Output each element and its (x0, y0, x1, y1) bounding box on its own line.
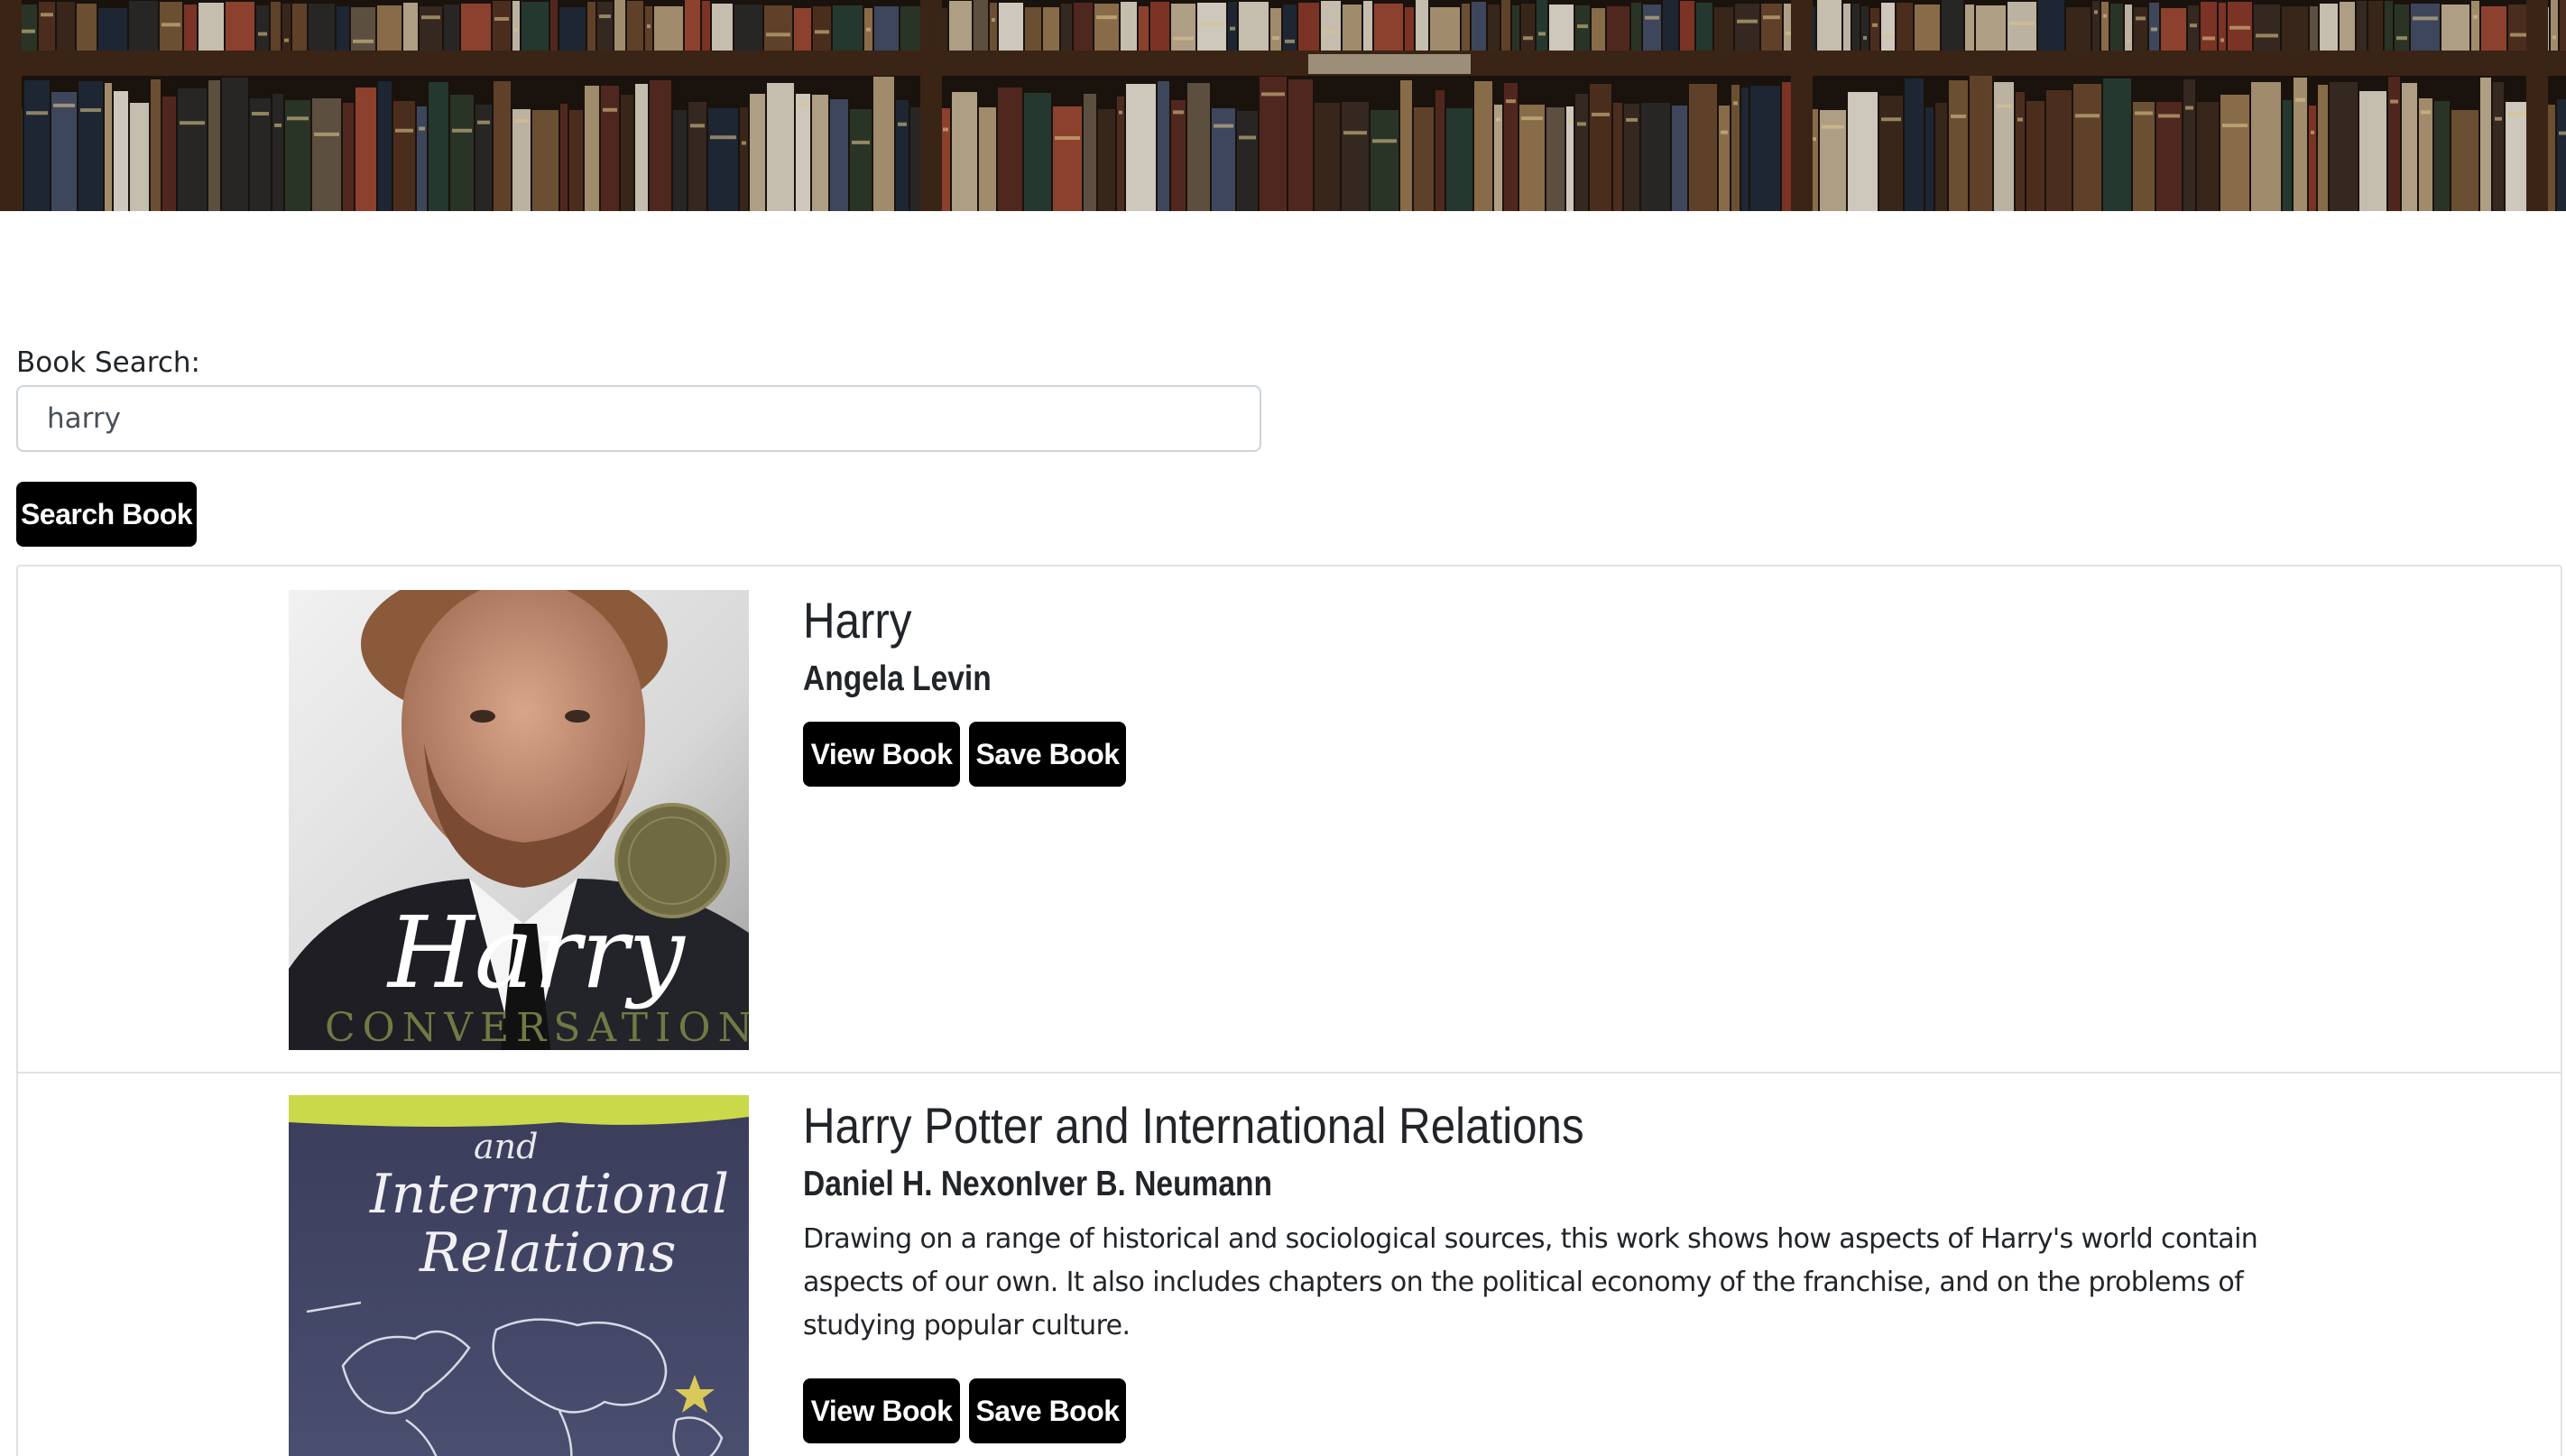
book-title: Harry (803, 592, 912, 649)
cover-top-text: and (474, 1127, 538, 1166)
save-book-button[interactable]: Save Book (969, 1378, 1126, 1443)
book-actions: View Book Save Book (803, 722, 2337, 787)
view-book-button[interactable]: View Book (803, 722, 960, 787)
book-cover-image: and International Relations (289, 1095, 749, 1456)
view-book-button[interactable]: View Book (803, 1378, 960, 1443)
book-actions: View Book Save Book (803, 1378, 2337, 1443)
cover-title-line2: Relations (419, 1221, 677, 1285)
book-title: Harry Potter and International Relations (803, 1097, 1584, 1154)
page: Book Search: Search Book (0, 0, 2566, 1456)
bookshelf-banner-image (0, 0, 2566, 211)
cover-title-line1: International (369, 1163, 729, 1226)
book-cover-image: Harry CONVERSATIONS (289, 590, 749, 1050)
cover-title-text: Harry (386, 895, 687, 1010)
book-author: Daniel H. NexonIver B. Neumann (803, 1165, 1273, 1203)
book-author: Angela Levin (803, 659, 992, 698)
results-list: Harry CONVERSATIONS Harry Angela Levin V… (16, 565, 2562, 1456)
cover-subtitle-text: CONVERSATIONS (325, 1005, 749, 1050)
search-book-button[interactable]: Search Book (16, 482, 197, 547)
book-description: Drawing on a range of historical and soc… (803, 1223, 2258, 1341)
book-info: Harry Potter and International Relations… (803, 1093, 2337, 1443)
list-item: and International Relations Harry Potter… (18, 1074, 2561, 1456)
book-info: Harry Angela Levin View Book Save Book (803, 588, 2337, 787)
save-book-button[interactable]: Save Book (969, 722, 1126, 787)
list-item: Harry CONVERSATIONS Harry Angela Levin V… (18, 567, 2561, 1074)
search-input[interactable] (16, 385, 1261, 452)
search-label: Book Search: (16, 346, 200, 379)
